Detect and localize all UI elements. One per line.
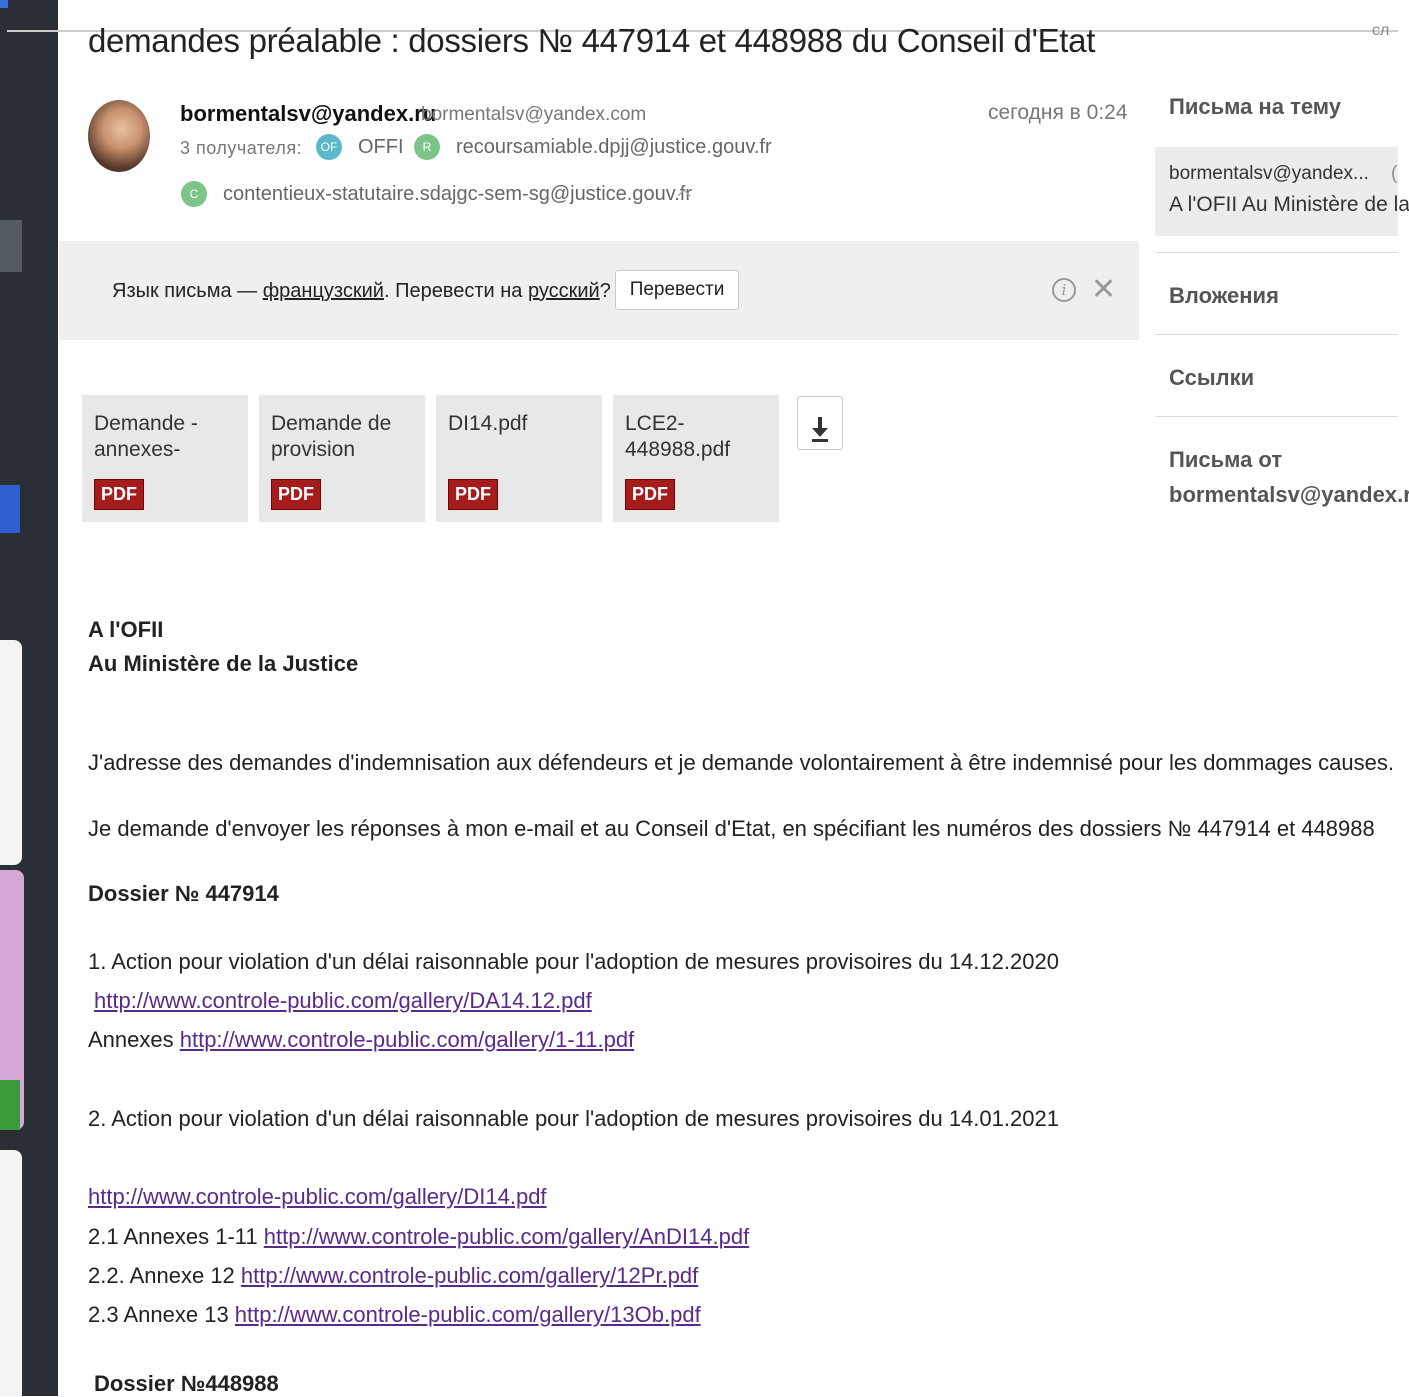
left-panel-edge-white <box>0 640 22 865</box>
dossier-heading-2: Dossier №448988 <box>94 1371 279 1396</box>
left-panel-edge <box>0 220 22 272</box>
source-language-link[interactable]: французский <box>263 280 384 302</box>
sub-item-2-3: 2.3 Annexe 13 http://www.controle-public… <box>88 1302 701 1328</box>
thread-sender-cut: ( <box>1391 163 1398 184</box>
list-item-2: 2. Action pour violation d'un délai rais… <box>88 1106 1059 1131</box>
translate-prefix: Язык письма — <box>112 280 263 302</box>
sidebar-thread-card[interactable]: bormentalsv@yandex... ( A l'OFII Au Mini… <box>1155 147 1409 236</box>
attachment-4[interactable]: LCE2-448988.pdf PDF <box>613 395 779 522</box>
link-andi14[interactable]: http://www.controle-public.com/gallery/A… <box>264 1224 749 1249</box>
recipient-avatar-offi[interactable]: OF <box>316 134 342 160</box>
sidebar-attachments[interactable]: Вложения <box>1169 283 1279 309</box>
link-da14[interactable]: http://www.controle-public.com/gallery/D… <box>94 988 592 1013</box>
link-row-1: http://www.controle-public.com/gallery/D… <box>94 988 592 1014</box>
translate-button[interactable]: Перевести <box>615 270 739 310</box>
sub-item-2-1: 2.1 Annexes 1-11 http://www.controle-pub… <box>88 1224 749 1250</box>
list-item-1: 1. Action pour violation d'un délai rais… <box>88 949 1059 974</box>
translate-text: Язык письма — французский. Перевести на … <box>112 280 611 303</box>
attachment-3[interactable]: DI14.pdf PDF <box>436 395 602 522</box>
info-icon[interactable]: i <box>1052 278 1076 302</box>
sub-item-label: 2.1 Annexes 1-11 <box>88 1224 264 1249</box>
left-panel-edge-white-2 <box>0 1150 22 1396</box>
paragraph-2: Je demande d'envoyer les réponses à mon … <box>88 816 1375 841</box>
avatar[interactable] <box>88 100 150 172</box>
window-corner <box>0 0 8 8</box>
address-line-2: Au Ministère de la Justice <box>88 651 359 676</box>
recipient-contentieux[interactable]: contentieux-statutaire.sdajgc-sem-sg@jus… <box>223 183 692 206</box>
sub-item-2-2: 2.2. Annexe 12 http://www.controle-publi… <box>88 1263 698 1289</box>
recipient-recours[interactable]: recoursamiable.dpjj@justice.gouv.fr <box>456 136 772 159</box>
link-12pr[interactable]: http://www.controle-public.com/gallery/1… <box>241 1263 698 1288</box>
sidebar-from-email[interactable]: bormentalsv@yandex.r <box>1169 482 1409 508</box>
link-row-3: http://www.controle-public.com/gallery/D… <box>88 1184 547 1210</box>
download-all-button[interactable] <box>797 396 843 450</box>
annexes-label: Annexes <box>88 1027 180 1052</box>
sub-item-label: 2.3 Annexe 13 <box>88 1302 235 1327</box>
paragraph-1: J'adresse des demandes d'indemnisation a… <box>88 750 1394 775</box>
translate-suffix: ? <box>599 280 611 302</box>
attachment-name: Demande de provision <box>271 412 392 461</box>
recipients-label: 3 получателя: <box>180 138 303 158</box>
cut-label: сл <box>1372 22 1390 39</box>
recipient-avatar-recours[interactable]: R <box>414 134 440 160</box>
left-panel-edge-blue <box>0 485 20 533</box>
close-icon[interactable]: ✕ <box>1091 272 1116 308</box>
link-13ob[interactable]: http://www.controle-public.com/gallery/1… <box>235 1302 701 1327</box>
email-date: сегодня в 0:24 <box>988 101 1128 124</box>
sidebar-thread-title[interactable]: Письма на тему <box>1169 94 1341 120</box>
pdf-badge: PDF <box>625 479 675 510</box>
recipient-avatar-contentieux[interactable]: C <box>181 181 207 207</box>
left-panel-edge-green <box>0 1080 20 1130</box>
download-icon <box>798 416 842 442</box>
sender-name[interactable]: bormentalsv@yandex.ru <box>180 101 436 127</box>
target-language-link[interactable]: русский <box>528 280 600 302</box>
sidebar-divider <box>1155 416 1398 417</box>
attachment-1[interactable]: Demande - annexes- PDF <box>82 395 248 522</box>
sidebar-divider <box>1155 334 1398 335</box>
attachment-2[interactable]: Demande de provision PDF <box>259 395 425 522</box>
left-background-strip <box>0 0 58 1396</box>
pdf-badge: PDF <box>94 479 144 510</box>
sidebar-links[interactable]: Ссылки <box>1169 365 1254 391</box>
thread-preview: A l'OFII Au Ministère de la . <box>1169 193 1409 216</box>
sender-email[interactable]: bormentalsv@yandex.com <box>421 104 646 126</box>
annexes-row: Annexes http://www.controle-public.com/g… <box>88 1027 634 1053</box>
sidebar-from-label[interactable]: Письма от <box>1169 447 1282 473</box>
attachment-name: LCE2-448988.pdf <box>625 412 731 461</box>
attachment-name: DI14.pdf <box>448 412 528 435</box>
chevron-up-icon[interactable] <box>676 185 692 203</box>
pdf-badge: PDF <box>448 479 498 510</box>
dossier-heading-1: Dossier № 447914 <box>88 881 279 906</box>
link-di14[interactable]: http://www.controle-public.com/gallery/D… <box>88 1184 547 1209</box>
pdf-badge: PDF <box>271 479 321 510</box>
link-1-11[interactable]: http://www.controle-public.com/gallery/1… <box>180 1027 634 1052</box>
email-subject: demandes préalable : dossiers № 447914 e… <box>88 22 1096 59</box>
sidebar-divider <box>1155 252 1398 253</box>
address-line-1: A l'OFII <box>88 617 164 642</box>
translate-middle: . Перевести на <box>383 280 528 302</box>
sub-item-label: 2.2. Annexe 12 <box>88 1263 241 1288</box>
recipient-offi[interactable]: OFFI <box>358 136 404 159</box>
attachment-name: Demande - annexes- <box>94 412 198 461</box>
thread-sender: bormentalsv@yandex... <box>1169 163 1369 184</box>
